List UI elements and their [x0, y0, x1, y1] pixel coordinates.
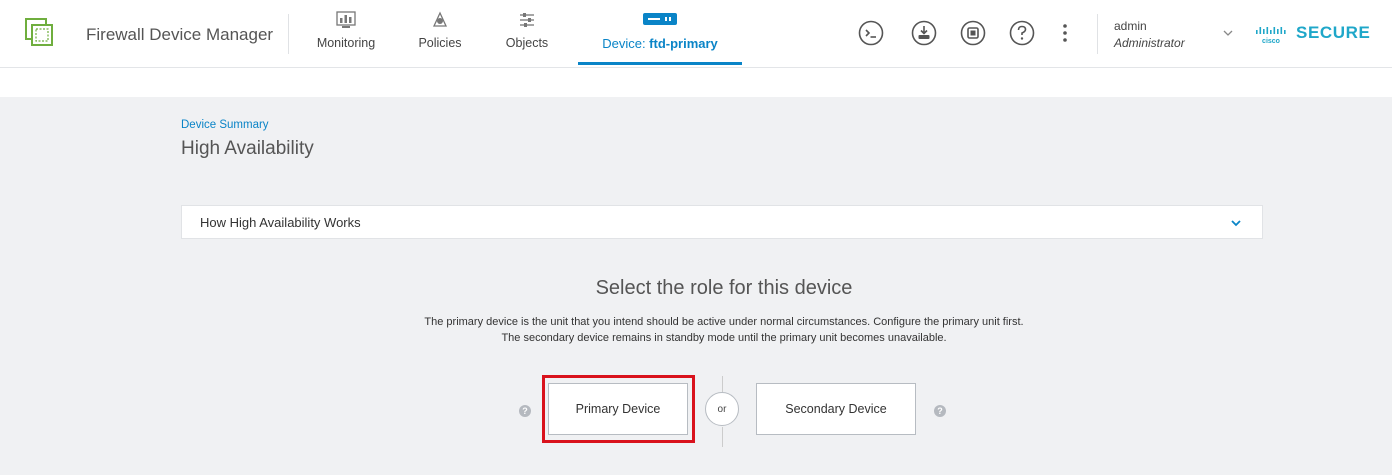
- nav-objects[interactable]: Objects: [492, 0, 562, 68]
- highlight-box: [542, 375, 695, 443]
- main-content: Device Summary High Availability How Hig…: [0, 97, 1392, 475]
- or-separator: or: [705, 392, 739, 426]
- divider: [722, 427, 723, 447]
- divider: [722, 376, 723, 392]
- top-navigation-bar: Firewall Device Manager Monitoring Polic…: [0, 0, 1392, 68]
- objects-icon: [520, 13, 534, 27]
- breadcrumb-device-summary[interactable]: Device Summary: [181, 119, 269, 131]
- nav-device-label: Device: ftd-primary: [602, 36, 718, 51]
- nav-device[interactable]: Device: ftd-primary: [578, 0, 742, 68]
- nav-policies-label: Policies: [418, 36, 462, 50]
- chevron-down-icon[interactable]: [1222, 28, 1234, 38]
- help-icon[interactable]: [1009, 20, 1035, 46]
- accordion-label: How High Availability Works: [200, 215, 361, 230]
- nav-monitoring[interactable]: Monitoring: [306, 0, 386, 68]
- monitoring-icon: [336, 11, 356, 28]
- role-section-title: Select the role for this device: [595, 277, 853, 299]
- nav-objects-label: Objects: [505, 36, 549, 50]
- deploy-icon[interactable]: [911, 20, 937, 46]
- divider: [1097, 14, 1098, 54]
- cli-console-icon[interactable]: [858, 20, 884, 46]
- secondary-device-button[interactable]: Secondary Device: [756, 383, 916, 435]
- nav-monitoring-label: Monitoring: [316, 36, 376, 50]
- cisco-logo-icon: cisco: [1256, 27, 1286, 45]
- nav-policies[interactable]: Policies: [405, 0, 475, 68]
- more-vertical-icon[interactable]: [1058, 20, 1072, 46]
- role-description-primary: The primary device is the unit that you …: [424, 316, 1024, 328]
- app-title: Firewall Device Manager: [86, 25, 274, 44]
- api-explorer-icon[interactable]: [960, 20, 986, 46]
- chevron-down-icon[interactable]: [1230, 218, 1242, 228]
- device-icon: [643, 13, 677, 25]
- divider: [288, 14, 289, 54]
- cisco-secure-label: SECURE: [1296, 23, 1371, 42]
- svg-text:cisco: cisco: [1262, 38, 1280, 45]
- user-role: Administrator: [1114, 36, 1185, 50]
- user-name: admin: [1114, 19, 1147, 33]
- secondary-help-icon[interactable]: ?: [934, 405, 946, 417]
- primary-help-icon[interactable]: ?: [519, 405, 531, 417]
- fdm-logo-icon: [25, 18, 53, 46]
- active-tab-indicator: [578, 62, 742, 65]
- policies-icon: [432, 11, 448, 27]
- role-description-secondary: The secondary device remains in standby …: [501, 332, 947, 344]
- how-ha-works-accordion[interactable]: How High Availability Works: [181, 205, 1263, 239]
- page-title: High Availability: [181, 138, 314, 159]
